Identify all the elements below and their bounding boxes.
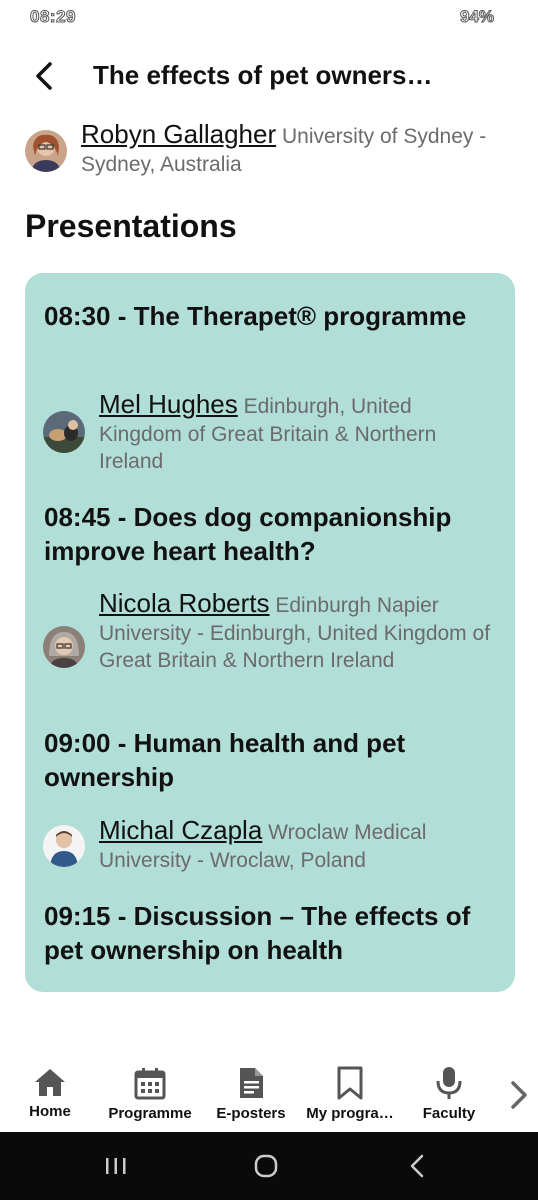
page-title: The effects of pet owners… — [93, 60, 433, 90]
nav-label: Programme — [108, 1105, 192, 1122]
presentation-title[interactable]: 08:45 - Does dog companionship improve h… — [44, 500, 494, 568]
nav-item-programme[interactable]: Programme — [104, 1060, 196, 1132]
avatar — [25, 130, 67, 172]
recent-apps-icon — [106, 1158, 126, 1174]
presentation-title[interactable]: 09:15 - Discussion – The effects of pet … — [44, 899, 494, 967]
speaker-row: Michal Czapla Wroclaw Medical University… — [43, 815, 495, 874]
speaker-name-link[interactable]: Michal Czapla — [99, 815, 262, 845]
speaker-row: Mel Hughes Edinburgh, United Kingdom of … — [43, 389, 495, 476]
nav-label: E-posters — [216, 1105, 286, 1122]
battery-level: 94% — [459, 7, 494, 27]
status-bar: 08:29 94% — [0, 0, 538, 36]
back-chevron-icon — [410, 1154, 424, 1178]
author-name-link[interactable]: Robyn Gallagher — [81, 119, 276, 149]
calendar-icon — [134, 1068, 166, 1100]
speaker-name-link[interactable]: Mel Hughes — [99, 389, 238, 419]
system-nav-bar — [0, 1132, 538, 1200]
avatar — [43, 825, 85, 867]
avatar — [43, 626, 85, 668]
nav-item-faculty[interactable]: Faculty — [414, 1060, 484, 1132]
home-icon — [35, 1069, 65, 1096]
nav-item-home[interactable]: Home — [18, 1060, 82, 1132]
document-icon — [240, 1068, 263, 1098]
recent-apps-button[interactable] — [102, 1152, 130, 1185]
microphone-icon — [436, 1067, 462, 1099]
nav-item-e-posters[interactable]: E-posters — [210, 1060, 292, 1132]
section-title: Presentations — [25, 208, 237, 244]
nav-label: Home — [29, 1103, 71, 1120]
nav-label: My progra… — [306, 1105, 394, 1122]
presentation-title[interactable]: 09:00 - Human health and pet ownership — [44, 726, 494, 794]
presentation-title[interactable]: 08:30 - The Therapet® programme — [44, 299, 494, 333]
app-header: The effects of pet owners… — [0, 52, 538, 100]
presentations-card: 08:30 - The Therapet® programme Mel Hugh… — [25, 273, 515, 992]
bottom-nav: Home Programme E-posters My progra… Facu… — [0, 1060, 538, 1132]
session-chair: Robyn Gallagher University of Sydney - S… — [25, 120, 515, 179]
system-back-button[interactable] — [404, 1152, 432, 1185]
chevron-right-icon — [511, 1081, 527, 1109]
back-button[interactable] — [26, 56, 64, 96]
nav-label: Faculty — [422, 1105, 476, 1122]
bookmark-icon — [337, 1066, 363, 1100]
speaker-name-link[interactable]: Nicola Roberts — [99, 588, 270, 618]
nav-item-my-programme[interactable]: My progra… — [300, 1060, 400, 1132]
back-arrow-icon — [36, 62, 52, 90]
avatar — [43, 411, 85, 453]
status-time: 08:29 — [30, 7, 76, 27]
home-system-button[interactable] — [252, 1152, 280, 1185]
nav-more-button[interactable] — [506, 1078, 530, 1117]
speaker-row: Nicola Roberts Edinburgh Napier Universi… — [43, 588, 495, 675]
home-circle-icon — [254, 1154, 278, 1178]
